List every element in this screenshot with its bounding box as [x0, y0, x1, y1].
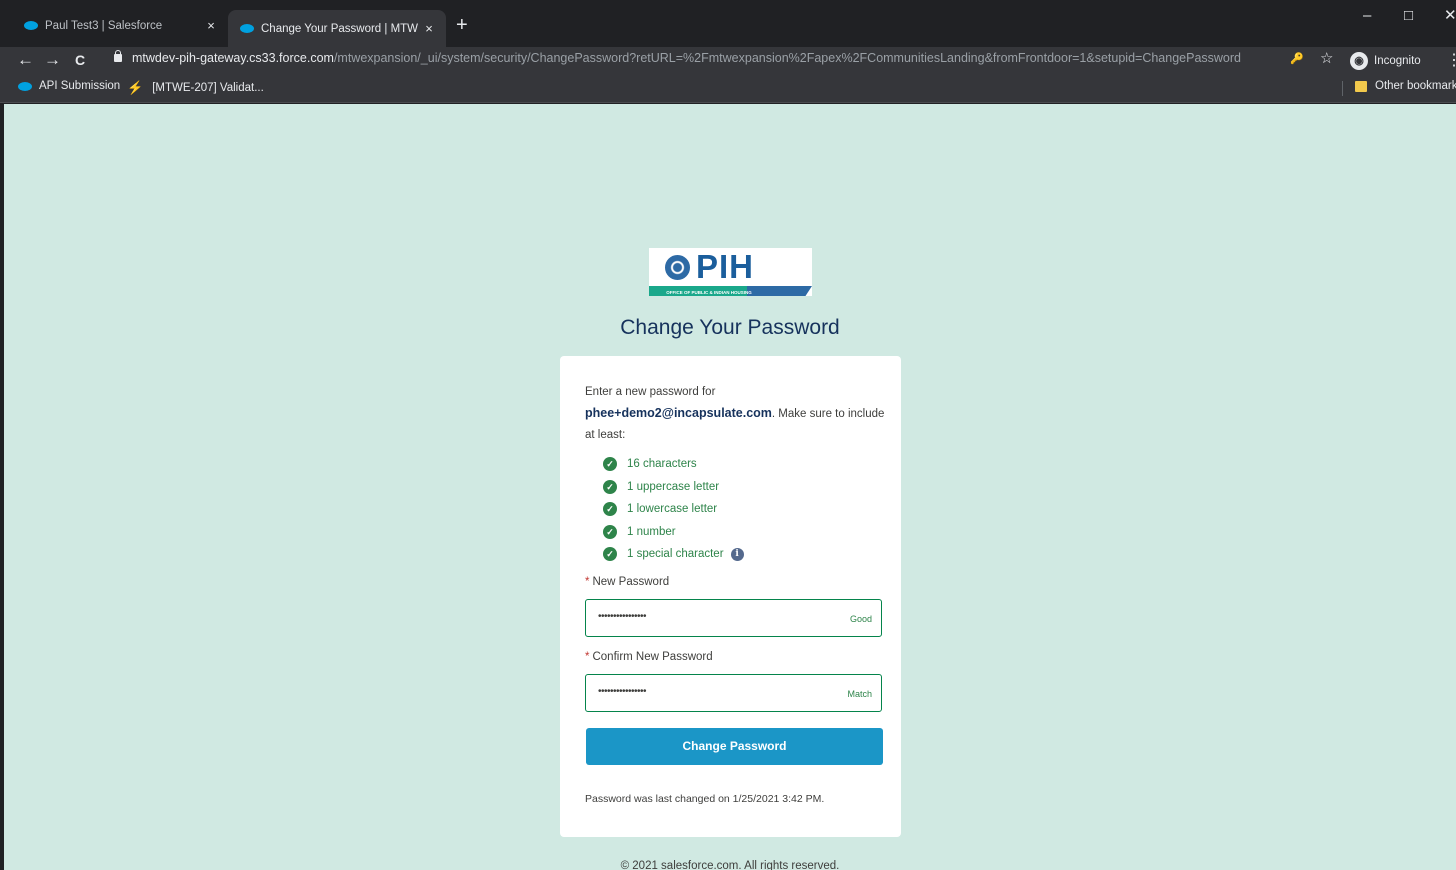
requirement-item: ✓ 1 uppercase letter [603, 476, 744, 499]
password-strength: Good [849, 614, 872, 624]
salesforce-cloud-icon [24, 21, 38, 30]
other-bookmarks-label: Other bookmarks [1375, 80, 1456, 92]
change-password-card: Enter a new password for phee+demo2@inca… [560, 356, 901, 837]
logo-text: PIH [696, 248, 755, 285]
intro-text: Enter a new password for phee+demo2@inca… [585, 382, 885, 438]
new-password-input[interactable]: •••••••••••••••• Good [585, 599, 882, 637]
change-password-button[interactable]: Change Password [586, 728, 883, 765]
required-marker: * [585, 651, 590, 663]
confirm-password-label-text: Confirm New Password [592, 651, 713, 663]
logo-subtitle: OFFICE OF PUBLIC & INDIAN HOUSING [666, 290, 752, 295]
confirm-password-input[interactable]: •••••••••••••••• Match [585, 674, 882, 712]
incognito-icon: ◉ [1350, 51, 1368, 70]
check-circle-icon: ✓ [603, 502, 617, 517]
incognito-label: Incognito [1374, 54, 1421, 67]
tab-strip: Paul Test3 | Salesforce × Change Your Pa… [0, 0, 1456, 47]
requirement-item: ✓ 1 number [603, 521, 744, 544]
check-circle-icon: ✓ [603, 479, 617, 494]
page-title: Change Your Password [620, 316, 840, 339]
salesforce-cloud-icon [240, 24, 254, 33]
intro-prefix: Enter a new password for [585, 386, 716, 398]
required-marker: * [585, 576, 590, 588]
address-bar[interactable]: mtwdev-pih-gateway.cs33.force.com/mtwexp… [132, 51, 1241, 65]
incognito-indicator[interactable]: ◉ Incognito [1350, 50, 1421, 71]
tab-change-password[interactable]: Change Your Password | MTW Ex × [228, 10, 446, 47]
page-viewport: PIH OFFICE OF PUBLIC & INDIAN HOUSING Ch… [4, 104, 1456, 870]
info-icon[interactable]: i [730, 547, 744, 561]
bookmark-api-submission[interactable]: API Submission [18, 80, 120, 92]
bookmarks-divider [1342, 81, 1343, 96]
requirement-item: ✓ 1 lowercase letter [603, 498, 744, 521]
folder-icon [1355, 80, 1367, 92]
key-icon[interactable]: 🔑 [1290, 52, 1304, 65]
close-tab-icon[interactable]: × [420, 21, 438, 36]
tab-salesforce[interactable]: Paul Test3 | Salesforce × [8, 10, 228, 41]
check-circle-icon: ✓ [603, 524, 617, 539]
check-circle-icon: ✓ [603, 457, 617, 472]
browser-menu-icon[interactable]: ⋮ [1446, 50, 1456, 70]
requirement-label: 1 number [627, 525, 676, 538]
confirm-password-label: * Confirm New Password [585, 651, 713, 663]
bookmark-label: [MTWE-207] Validat... [152, 82, 264, 94]
bookmark-label: API Submission [39, 80, 121, 92]
new-password-value: •••••••••••••••• [598, 611, 647, 622]
other-bookmarks[interactable]: Other bookmarks [1355, 80, 1456, 92]
reload-button[interactable]: C [75, 48, 85, 72]
close-tab-icon[interactable]: × [202, 18, 220, 33]
copyright-footer: © 2021 salesforce.com. All rights reserv… [620, 860, 840, 870]
url-path: /mtwexpansion/_ui/system/security/Change… [333, 51, 1241, 65]
salesforce-cloud-icon [18, 81, 32, 91]
requirement-label: 1 uppercase letter [627, 480, 720, 493]
password-match-status: Match [847, 689, 872, 699]
bookmark-star-icon[interactable]: ☆ [1320, 49, 1333, 67]
new-password-label-text: New Password [592, 576, 670, 588]
requirement-item: ✓ 1 special character i [603, 543, 744, 566]
password-requirements: ✓ 16 characters ✓ 1 uppercase letter ✓ 1… [603, 453, 744, 566]
new-tab-button[interactable]: + [456, 13, 468, 37]
forward-button[interactable]: → [44, 48, 61, 72]
maximize-button[interactable]: □ [1404, 4, 1413, 28]
requirement-item: ✓ 16 characters [603, 453, 744, 476]
hud-seal-icon [665, 255, 690, 280]
bookmark-mtwe-207[interactable]: ⚡ [MTWE-207] Validat... [127, 80, 264, 96]
close-window-button[interactable]: ✕ [1444, 4, 1456, 28]
requirement-label: 1 special character [627, 548, 724, 561]
confirm-password-value: •••••••••••••••• [598, 686, 647, 697]
requirement-label: 16 characters [627, 458, 697, 471]
tab-title: Paul Test3 | Salesforce [45, 19, 163, 32]
new-password-label: * New Password [585, 576, 669, 588]
jira-bolt-icon: ⚡ [127, 80, 144, 95]
url-host: mtwdev-pih-gateway.cs33.force.com [132, 51, 334, 65]
check-circle-icon: ✓ [603, 547, 617, 562]
back-button[interactable]: ← [17, 48, 34, 72]
lock-icon[interactable] [114, 50, 122, 62]
requirement-label: 1 lowercase letter [627, 503, 718, 516]
tab-title: Change Your Password | MTW Ex [261, 22, 420, 35]
last-changed-text: Password was last changed on 1/25/2021 3… [585, 793, 825, 805]
minimize-button[interactable]: – [1363, 4, 1371, 28]
pih-logo: PIH OFFICE OF PUBLIC & INDIAN HOUSING [649, 248, 812, 296]
bookmarks-bar: API Submission ⚡ [MTWE-207] Validat... O… [0, 73, 1456, 103]
user-email: phee+demo2@incapsulate.com [585, 406, 772, 420]
browser-toolbar: ← → C mtwdev-pih-gateway.cs33.force.com/… [0, 47, 1456, 73]
